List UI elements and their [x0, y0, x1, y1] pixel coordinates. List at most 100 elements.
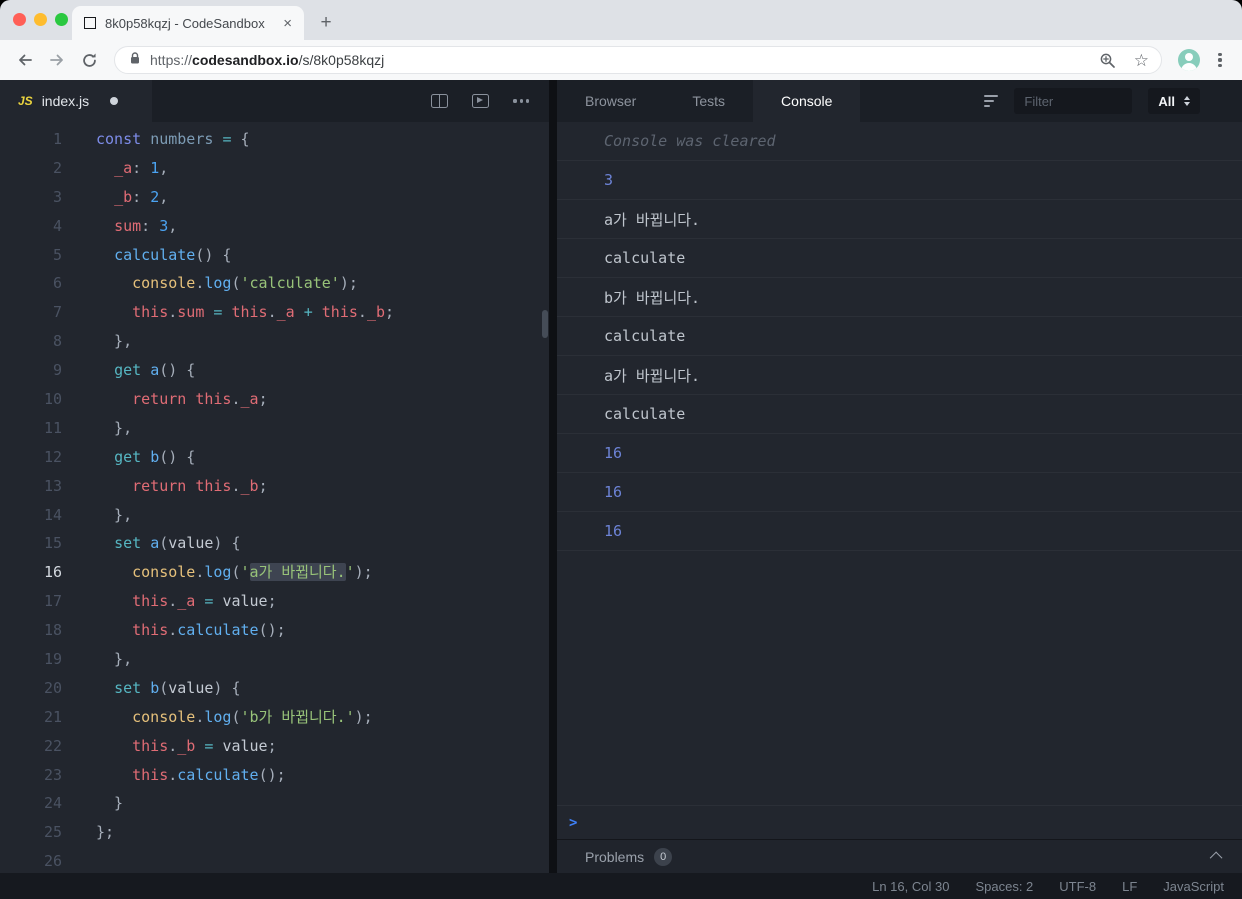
code-line[interactable]: 15 set a(value) { — [0, 529, 549, 558]
fullscreen-window-button[interactable] — [55, 13, 68, 26]
console-row[interactable]: 3 — [557, 161, 1242, 200]
code-line[interactable]: 25}; — [0, 818, 549, 847]
console-controls: All — [984, 88, 1242, 114]
browser-tabstrip: 8k0p58kqzj - CodeSandbox × + — [0, 0, 1242, 40]
workspace: JS index.js 1 const numbers = {2 _a: 1, 3 … — [0, 80, 1242, 873]
code-line[interactable]: 9 get a() { — [0, 356, 549, 385]
log-level-select[interactable]: All — [1148, 88, 1200, 114]
browser-window: 8k0p58kqzj - CodeSandbox × + https://cod… — [0, 0, 1242, 899]
profile-avatar[interactable] — [1178, 49, 1200, 71]
code-lines: 1 const numbers = {2 _a: 1, 3 _b: 2, 4 sum:… — [0, 125, 549, 873]
secure-lock-icon[interactable] — [129, 51, 141, 70]
split-view-icon[interactable] — [431, 94, 449, 108]
code-text: console.log('calculate'); — [132, 274, 358, 293]
status-item[interactable]: Ln 16, Col 30 — [872, 879, 949, 894]
console-row[interactable]: calculate — [557, 239, 1242, 278]
new-tab-button[interactable]: + — [312, 8, 340, 38]
code-text: }, — [96, 332, 133, 351]
console-row[interactable]: calculate — [557, 395, 1242, 434]
unsaved-indicator-dot — [110, 97, 119, 105]
code-line[interactable]: 12 get b() { — [0, 443, 549, 472]
line-number: 23 — [43, 765, 62, 784]
code-line[interactable]: 21 console.log('b가 바뀝니다.'); — [0, 703, 549, 732]
code-text: } — [96, 794, 124, 813]
code-line[interactable]: 19 }, — [0, 645, 549, 674]
zoom-icon[interactable] — [1095, 47, 1121, 73]
line-number: 3 — [52, 187, 62, 206]
code-text: this._a = value; — [132, 592, 277, 611]
code-line[interactable]: 24 } — [0, 789, 549, 818]
sort-filter-icon[interactable] — [984, 95, 999, 107]
status-item[interactable]: UTF-8 — [1059, 879, 1096, 894]
address-bar[interactable]: https://codesandbox.io/s/8k0p58kqzj ☆ — [114, 46, 1162, 74]
problems-bar[interactable]: Problems 0 — [557, 839, 1242, 873]
code-line[interactable]: 5 calculate() { — [0, 241, 549, 270]
code-line[interactable]: 23 this.calculate(); — [0, 761, 549, 790]
url-scheme: https:// — [150, 52, 193, 68]
bookmark-star-icon[interactable]: ☆ — [1130, 52, 1153, 69]
console-row[interactable]: b가 바뀝니다. — [557, 278, 1242, 317]
panel-divider[interactable] — [549, 80, 557, 873]
editor-more-menu-icon[interactable] — [513, 99, 529, 103]
console-tab-console[interactable]: Console — [753, 80, 861, 122]
browser-menu-icon[interactable] — [1208, 46, 1232, 74]
collapse-chevron-icon[interactable] — [1209, 851, 1223, 865]
filter-input[interactable] — [1014, 88, 1133, 114]
editor-scrollbar[interactable] — [542, 310, 548, 338]
line-number: 8 — [52, 332, 62, 351]
code-line[interactable]: 11 }, — [0, 414, 549, 443]
url-host: codesandbox.io — [192, 52, 299, 68]
code-text: get a() { — [114, 361, 196, 380]
code-text: this.calculate(); — [132, 621, 286, 640]
console-row[interactable]: 16 — [557, 434, 1242, 473]
console-row[interactable]: Console was cleared — [557, 122, 1242, 161]
code-line[interactable]: 17 this._a = value; — [0, 587, 549, 616]
code-line[interactable]: 26 — [0, 847, 549, 873]
open-preview-icon[interactable] — [472, 94, 490, 108]
code-line[interactable]: 18 this.calculate(); — [0, 616, 549, 645]
editor-actions — [431, 80, 549, 122]
console-tab-browser[interactable]: Browser — [557, 80, 664, 122]
tab-title: 8k0p58kqzj - CodeSandbox — [105, 15, 265, 31]
line-number: 7 — [52, 303, 62, 322]
close-window-button[interactable] — [13, 13, 26, 26]
code-line[interactable]: 2 _a: 1, — [0, 154, 549, 183]
code-area[interactable]: 1 const numbers = {2 _a: 1, 3 _b: 2, 4 sum:… — [0, 122, 549, 873]
code-line[interactable]: 3 _b: 2, — [0, 183, 549, 212]
code-line[interactable]: 20 set b(value) { — [0, 674, 549, 703]
code-line[interactable]: 7 this.sum = this._a + this._b; — [0, 298, 549, 327]
reload-button[interactable] — [74, 45, 104, 75]
status-item[interactable]: Spaces: 2 — [975, 879, 1033, 894]
code-text: this.calculate(); — [132, 765, 286, 784]
browser-tab[interactable]: 8k0p58kqzj - CodeSandbox × — [72, 6, 304, 40]
console-prompt-icon: > — [569, 814, 578, 831]
code-line[interactable]: 22 this._b = value; — [0, 732, 549, 761]
console-row[interactable]: a가 바뀝니다. — [557, 200, 1242, 239]
code-line[interactable]: 1 const numbers = { — [0, 125, 549, 154]
back-button[interactable] — [10, 45, 40, 75]
minimize-window-button[interactable] — [34, 13, 47, 26]
console-row[interactable]: 16 — [557, 512, 1242, 551]
code-line[interactable]: 4 sum: 3, — [0, 212, 549, 241]
close-tab-icon[interactable]: × — [281, 14, 294, 33]
console-row[interactable]: 16 — [557, 473, 1242, 512]
code-line[interactable]: 16 console.log('a가 바뀝니다.'); — [0, 558, 549, 587]
code-text: console.log('a가 바뀝니다.'); — [132, 563, 373, 582]
forward-button[interactable] — [42, 45, 72, 75]
url-text[interactable]: https://codesandbox.io/s/8k0p58kqzj — [150, 52, 1086, 68]
console-row[interactable]: a가 바뀝니다. — [557, 356, 1242, 395]
file-tab-indexjs[interactable]: JS index.js — [0, 80, 152, 122]
status-item[interactable]: JavaScript — [1163, 879, 1224, 894]
code-line[interactable]: 6 console.log('calculate'); — [0, 269, 549, 298]
status-item[interactable]: LF — [1122, 879, 1137, 894]
code-line[interactable]: 10 return this._a; — [0, 385, 549, 414]
console-input-row[interactable]: > — [557, 805, 1242, 839]
code-line[interactable]: 13 return this._b; — [0, 472, 549, 501]
avatar-torso — [1181, 63, 1197, 71]
console-tab-tests[interactable]: Tests — [664, 80, 753, 122]
code-line[interactable]: 8 }, — [0, 327, 549, 356]
console-row[interactable]: calculate — [557, 317, 1242, 356]
line-number: 15 — [43, 534, 62, 553]
code-line[interactable]: 14 }, — [0, 501, 549, 530]
